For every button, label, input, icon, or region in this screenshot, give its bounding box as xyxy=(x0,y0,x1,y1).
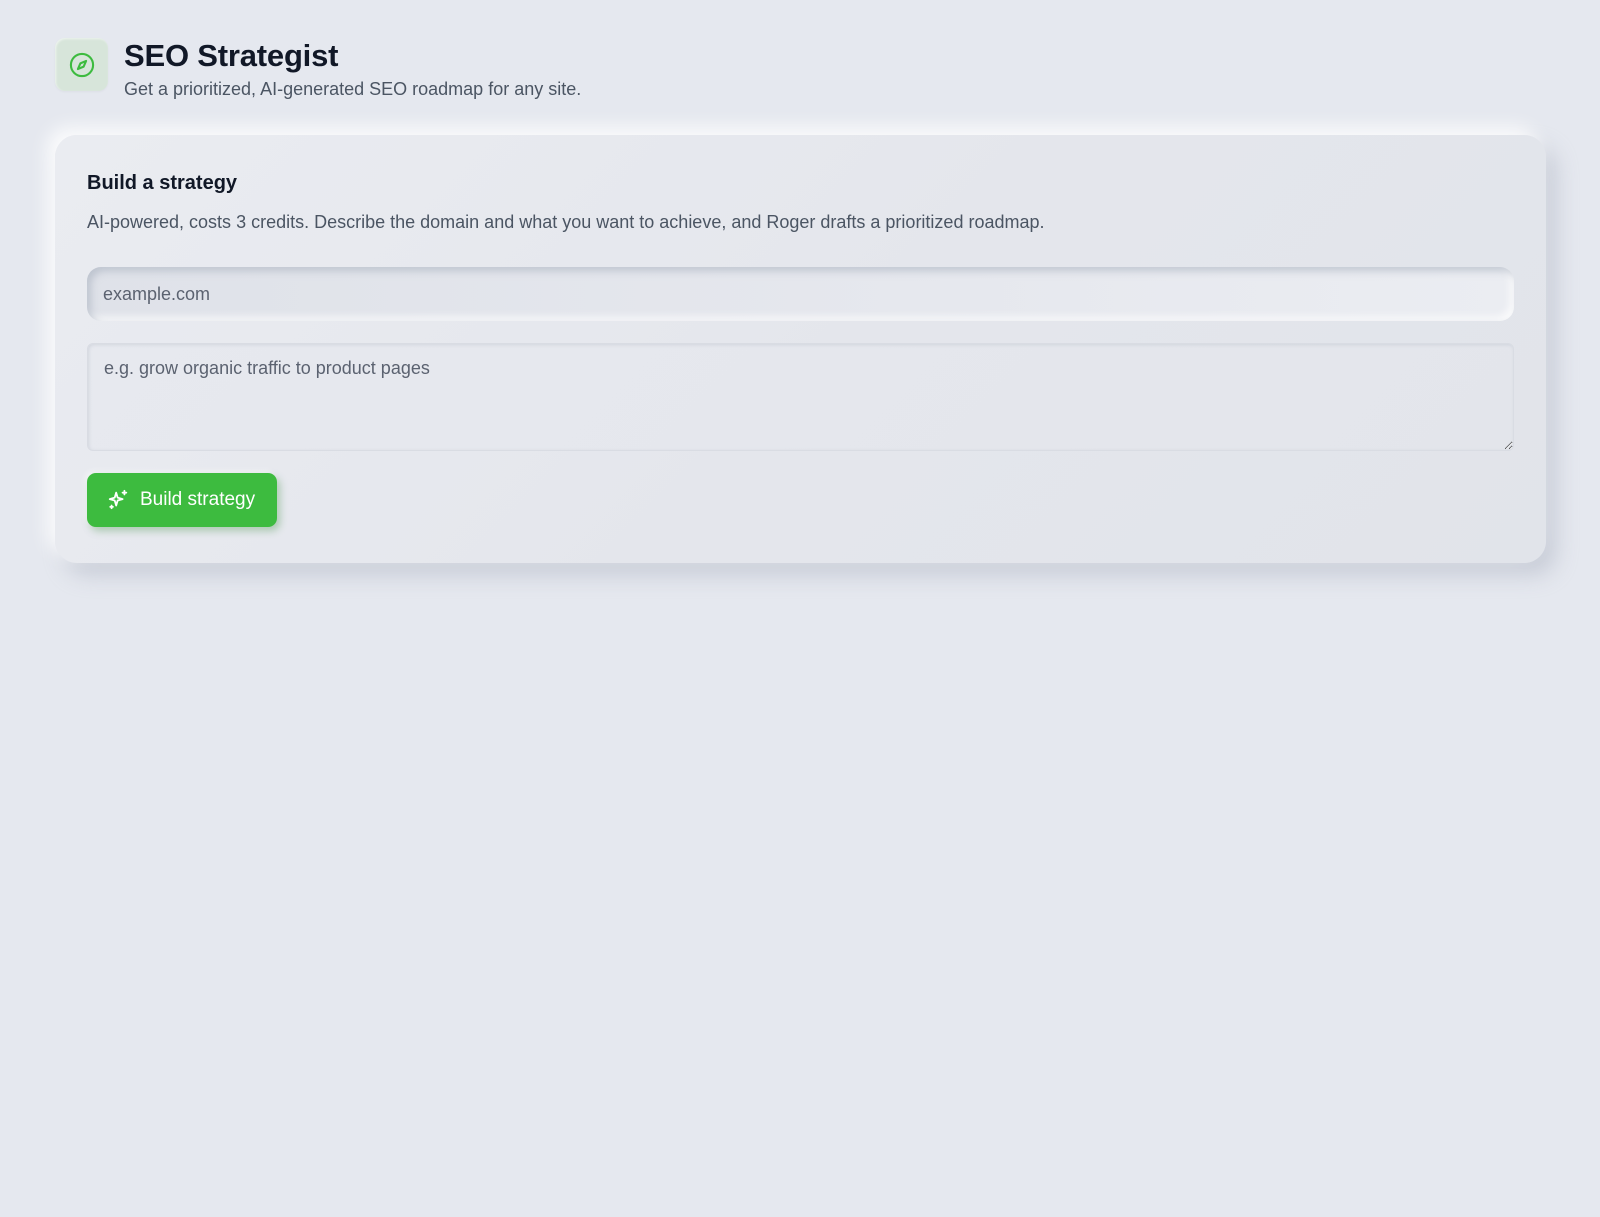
domain-input[interactable] xyxy=(87,267,1514,321)
page-header: SEO Strategist Get a prioritized, AI-gen… xyxy=(55,38,581,100)
page-title: SEO Strategist xyxy=(124,38,339,73)
goal-textarea[interactable] xyxy=(87,343,1514,451)
card-title: Build a strategy xyxy=(87,172,238,194)
app-icon-tile xyxy=(55,38,108,91)
build-strategy-button-label: Build strategy xyxy=(140,489,256,510)
card-description: AI-powered, costs 3 credits. Describe th… xyxy=(87,212,1045,232)
build-strategy-card: Build a strategy AI-powered, costs 3 cre… xyxy=(55,135,1546,563)
sparkles-icon xyxy=(107,489,129,511)
page-subtitle: Get a prioritized, AI-generated SEO road… xyxy=(124,79,582,99)
header-text: SEO Strategist Get a prioritized, AI-gen… xyxy=(124,38,581,100)
compass-icon xyxy=(69,52,94,77)
build-strategy-button[interactable]: Build strategy xyxy=(87,473,278,527)
